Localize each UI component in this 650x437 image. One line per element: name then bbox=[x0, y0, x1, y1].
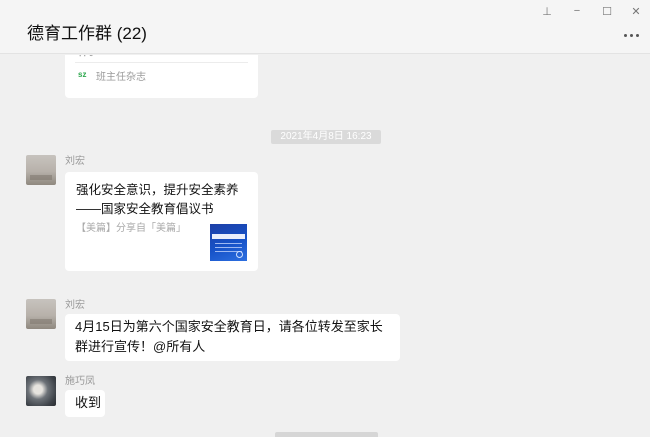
article-source: 班主任杂志 bbox=[96, 72, 146, 83]
link-description: 【美篇】分享自「美篇」 bbox=[76, 223, 186, 234]
pin-icon: ⊥ bbox=[542, 5, 552, 18]
card-divider bbox=[75, 62, 248, 63]
link-message-card[interactable]: 强化安全意识，提升安全素养——国家安全教育倡议书 【美篇】分享自「美篇」 bbox=[65, 172, 258, 271]
text-message-bubble[interactable]: 收到 bbox=[65, 390, 105, 417]
close-button[interactable]: ✕ bbox=[625, 3, 647, 19]
chat-title: 德育工作群 (22) bbox=[27, 24, 147, 43]
more-dots-icon[interactable] bbox=[620, 28, 642, 42]
chat-area[interactable]: 体。 sz 班主任杂志 2021年4月8日 16:23 刘宏 强化安全意识，提升… bbox=[0, 55, 650, 437]
avatar[interactable] bbox=[26, 299, 56, 329]
minimize-button[interactable]: − bbox=[566, 3, 588, 19]
minimize-icon: − bbox=[573, 5, 581, 17]
message-text: 收到 bbox=[75, 395, 102, 410]
message-text: 4月15日为第六个国家安全教育日，请各位转发至家长群进行宣传！@所有人 bbox=[75, 319, 383, 354]
pin-button[interactable]: ⊥ bbox=[536, 3, 558, 19]
article-snippet: 体。 bbox=[78, 55, 100, 59]
new-message-indicator[interactable] bbox=[275, 432, 378, 437]
sender-name: 施巧凤 bbox=[65, 376, 95, 387]
close-icon: ✕ bbox=[631, 5, 641, 18]
sender-name: 刘宏 bbox=[65, 300, 85, 311]
title-bar: 德育工作群 (22) ⊥ − ☐ ✕ bbox=[0, 0, 650, 54]
maximize-button[interactable]: ☐ bbox=[596, 3, 618, 19]
text-message-bubble[interactable]: 4月15日为第六个国家安全教育日，请各位转发至家长群进行宣传！@所有人 bbox=[65, 314, 400, 361]
message-timestamp: 2021年4月8日 16:23 bbox=[271, 130, 381, 144]
source-logo-icon: sz bbox=[78, 70, 87, 79]
maximize-icon: ☐ bbox=[602, 5, 612, 18]
avatar[interactable] bbox=[26, 155, 56, 185]
link-title: 强化安全意识，提升安全素养——国家安全教育倡议书 bbox=[76, 183, 239, 216]
avatar[interactable] bbox=[26, 376, 56, 406]
shared-article-card[interactable]: 体。 sz 班主任杂志 bbox=[65, 55, 258, 98]
link-thumbnail bbox=[210, 224, 247, 261]
sender-name: 刘宏 bbox=[65, 156, 85, 167]
